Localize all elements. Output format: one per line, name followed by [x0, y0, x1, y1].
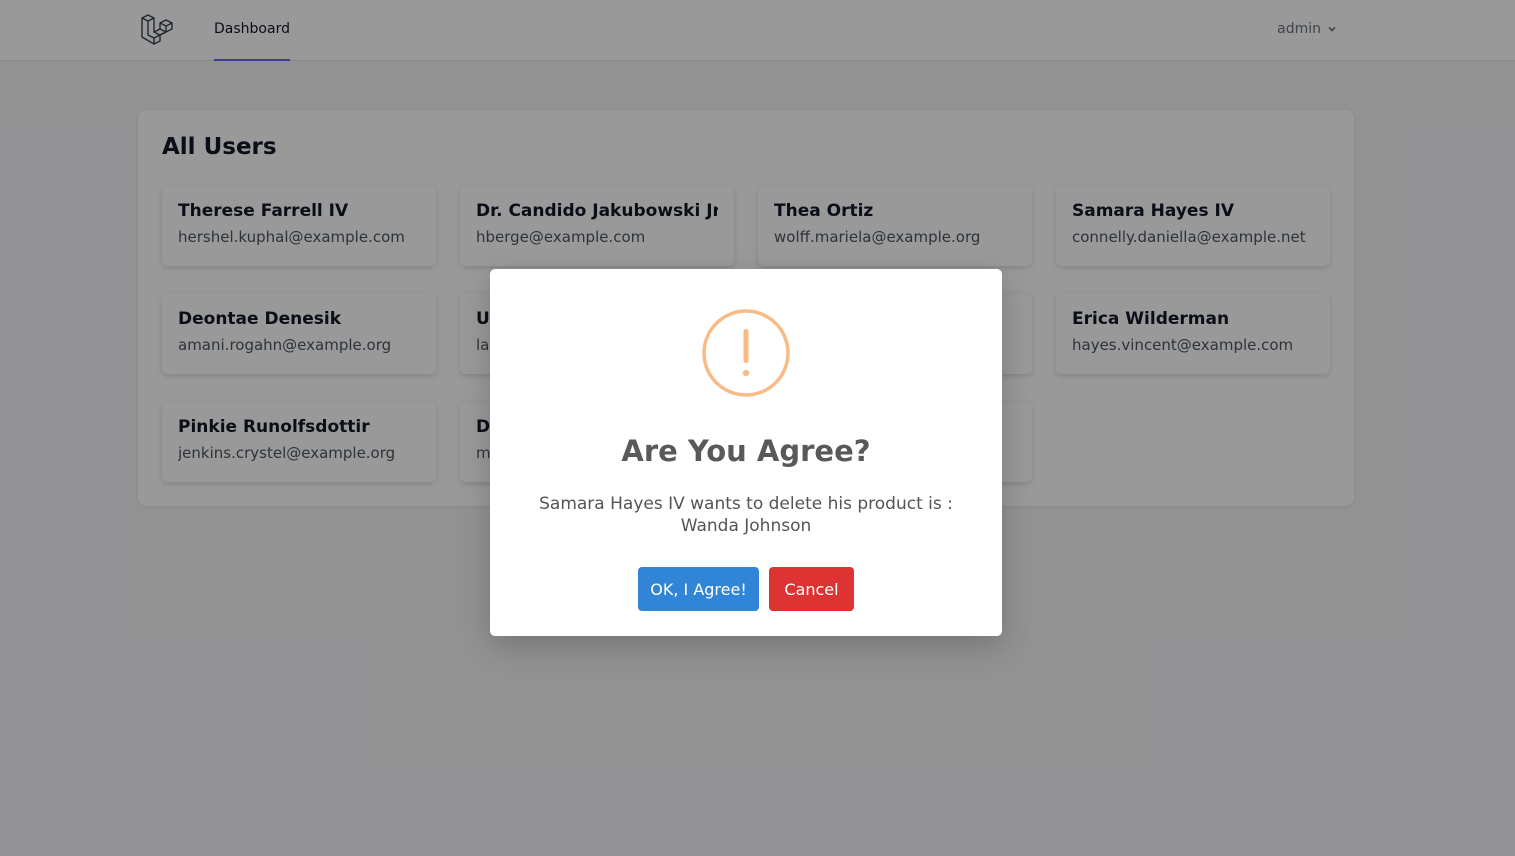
cancel-button[interactable]: Cancel — [769, 567, 854, 611]
dialog-message: Samara Hayes IV wants to delete his prod… — [539, 494, 953, 536]
warning-icon — [702, 309, 790, 397]
confirm-dialog: Are You Agree? Samara Hayes IV wants to … — [490, 269, 1002, 636]
confirm-button[interactable]: OK, I Agree! — [638, 567, 759, 611]
dialog-title: Are You Agree? — [621, 434, 871, 468]
